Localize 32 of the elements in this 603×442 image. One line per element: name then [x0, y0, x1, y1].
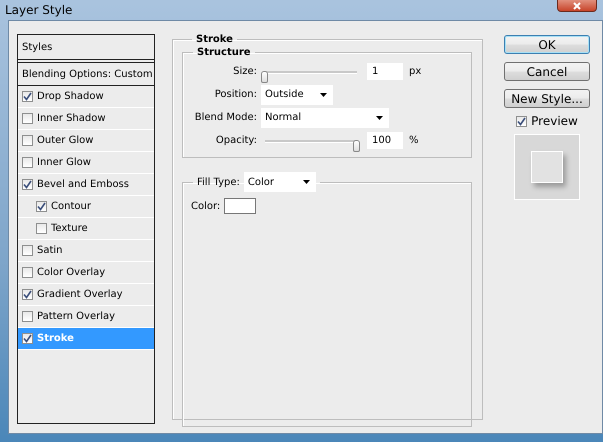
- fill-type-dropdown[interactable]: Color: [244, 172, 316, 192]
- blend-mode-label: Blend Mode:: [194, 112, 258, 123]
- preview-label: Preview: [531, 114, 578, 128]
- style-item[interactable]: Drop Shadow: [18, 86, 154, 108]
- window-title: Layer Style: [5, 3, 72, 17]
- opacity-label: Opacity:: [214, 135, 258, 146]
- color-label: Color:: [191, 200, 220, 212]
- style-item[interactable]: Inner Glow: [18, 152, 154, 174]
- blend-mode-dropdown[interactable]: Normal: [261, 108, 389, 128]
- style-item[interactable]: Satin: [18, 240, 154, 262]
- style-item[interactable]: Outer Glow: [18, 130, 154, 152]
- blending-options-item[interactable]: Blending Options: Custom: [18, 62, 154, 86]
- unit-label: px: [409, 66, 422, 77]
- styles-header: Styles: [18, 35, 154, 60]
- dialog-button[interactable]: Cancel: [504, 62, 590, 81]
- position-label: Position:: [214, 89, 258, 100]
- dialog-button[interactable]: New Style...: [504, 89, 590, 108]
- position-dropdown[interactable]: Outside: [261, 84, 333, 104]
- style-item[interactable]: Color Overlay: [18, 262, 154, 284]
- size-label: Size:: [232, 66, 258, 77]
- dialog-button[interactable]: OK: [504, 35, 590, 54]
- style-item[interactable]: Inner Shadow: [18, 108, 154, 130]
- style-item[interactable]: Gradient Overlay: [18, 284, 154, 306]
- size-field[interactable]: 1: [367, 63, 403, 80]
- stroke-title: Stroke: [195, 34, 234, 45]
- opacity-field[interactable]: 100: [367, 132, 403, 149]
- structure-title: Structure: [196, 47, 252, 58]
- style-item[interactable]: Contour: [18, 196, 154, 218]
- style-item[interactable]: Texture: [18, 218, 154, 240]
- style-item[interactable]: Bevel and Emboss: [18, 174, 154, 196]
- fill-type-label: Fill Type:: [197, 176, 240, 188]
- unit-label: %: [409, 135, 419, 146]
